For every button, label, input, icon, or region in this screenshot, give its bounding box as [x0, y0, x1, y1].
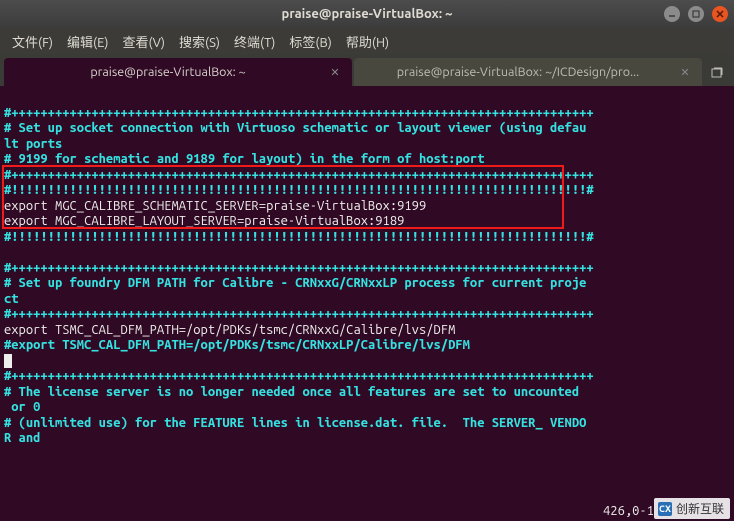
- menu-view[interactable]: 查看(V): [117, 30, 171, 53]
- term-line: or 0: [4, 400, 40, 414]
- watermark-logo-icon: CX: [658, 502, 672, 516]
- terminal-window: praise@praise-VirtualBox: ~ 文件(F) 编辑(E) …: [0, 0, 734, 521]
- tab-active[interactable]: praise@praise-VirtualBox: ~ ✕: [4, 58, 352, 86]
- menu-help[interactable]: 帮助(H): [340, 30, 395, 53]
- tabbar: praise@praise-VirtualBox: ~ ✕ praise@pra…: [0, 54, 734, 86]
- new-tab-icon: [710, 66, 724, 80]
- window-controls: [664, 6, 728, 22]
- menu-tabs[interactable]: 标签(B): [283, 30, 337, 53]
- maximize-icon: [692, 10, 700, 18]
- term-line: ct: [4, 292, 19, 306]
- term-line: #+++++++++++++++++++++++++++++++++++++++…: [4, 369, 594, 383]
- tab-close-icon[interactable]: ✕: [678, 65, 692, 79]
- close-icon: [716, 10, 724, 18]
- tab-label: praise@praise-VirtualBox: ~/ICDesign/pro…: [364, 65, 672, 79]
- watermark-text: 创新互联: [676, 500, 724, 517]
- term-line: #+++++++++++++++++++++++++++++++++++++++…: [4, 261, 594, 275]
- term-line: #+++++++++++++++++++++++++++++++++++++++…: [4, 307, 594, 321]
- term-line: #export TSMC_CAL_DFM_PATH=/opt/PDKs/tsmc…: [4, 338, 470, 352]
- tab-close-icon[interactable]: ✕: [328, 65, 342, 79]
- menu-file[interactable]: 文件(F): [6, 30, 59, 53]
- menu-terminal[interactable]: 终端(T): [228, 30, 281, 53]
- term-line: #!!!!!!!!!!!!!!!!!!!!!!!!!!!!!!!!!!!!!!!…: [4, 230, 594, 244]
- menu-edit[interactable]: 编辑(E): [61, 30, 114, 53]
- terminal-content[interactable]: #+++++++++++++++++++++++++++++++++++++++…: [0, 86, 734, 521]
- term-line: R and: [4, 431, 40, 445]
- term-blank: [4, 245, 11, 259]
- maximize-button[interactable]: [688, 6, 704, 22]
- term-line: # Set up socket connection with Virtuoso…: [4, 121, 586, 135]
- term-line: # (unlimited use) for the FEATURE lines …: [4, 416, 586, 430]
- vim-status-position: 426,0-1: [603, 504, 654, 520]
- minimize-button[interactable]: [664, 6, 680, 22]
- window-title: praise@praise-VirtualBox: ~: [0, 7, 734, 21]
- minimize-icon: [668, 10, 676, 18]
- tab-label: praise@praise-VirtualBox: ~: [14, 65, 322, 79]
- highlight-annotation: [2, 165, 564, 229]
- menu-search[interactable]: 搜索(S): [173, 30, 226, 53]
- tab-inactive[interactable]: praise@praise-VirtualBox: ~/ICDesign/pro…: [354, 58, 702, 86]
- close-button[interactable]: [712, 6, 728, 22]
- term-line: # Set up foundry DFM PATH for Calibre - …: [4, 276, 586, 290]
- menubar: 文件(F) 编辑(E) 查看(V) 搜索(S) 终端(T) 标签(B) 帮助(H…: [0, 28, 734, 54]
- term-line: #+++++++++++++++++++++++++++++++++++++++…: [4, 106, 594, 120]
- cursor: [4, 354, 12, 368]
- titlebar: praise@praise-VirtualBox: ~: [0, 0, 734, 28]
- term-line: export TSMC_CAL_DFM_PATH=/opt/PDKs/tsmc/…: [4, 323, 455, 337]
- term-line: # The license server is no longer needed…: [4, 385, 579, 399]
- watermark: CX 创新互联: [654, 498, 730, 519]
- new-tab-button[interactable]: [704, 60, 730, 86]
- term-line: # 9199 for schematic and 9189 for layout…: [4, 152, 484, 166]
- term-line: lt ports: [4, 137, 62, 151]
